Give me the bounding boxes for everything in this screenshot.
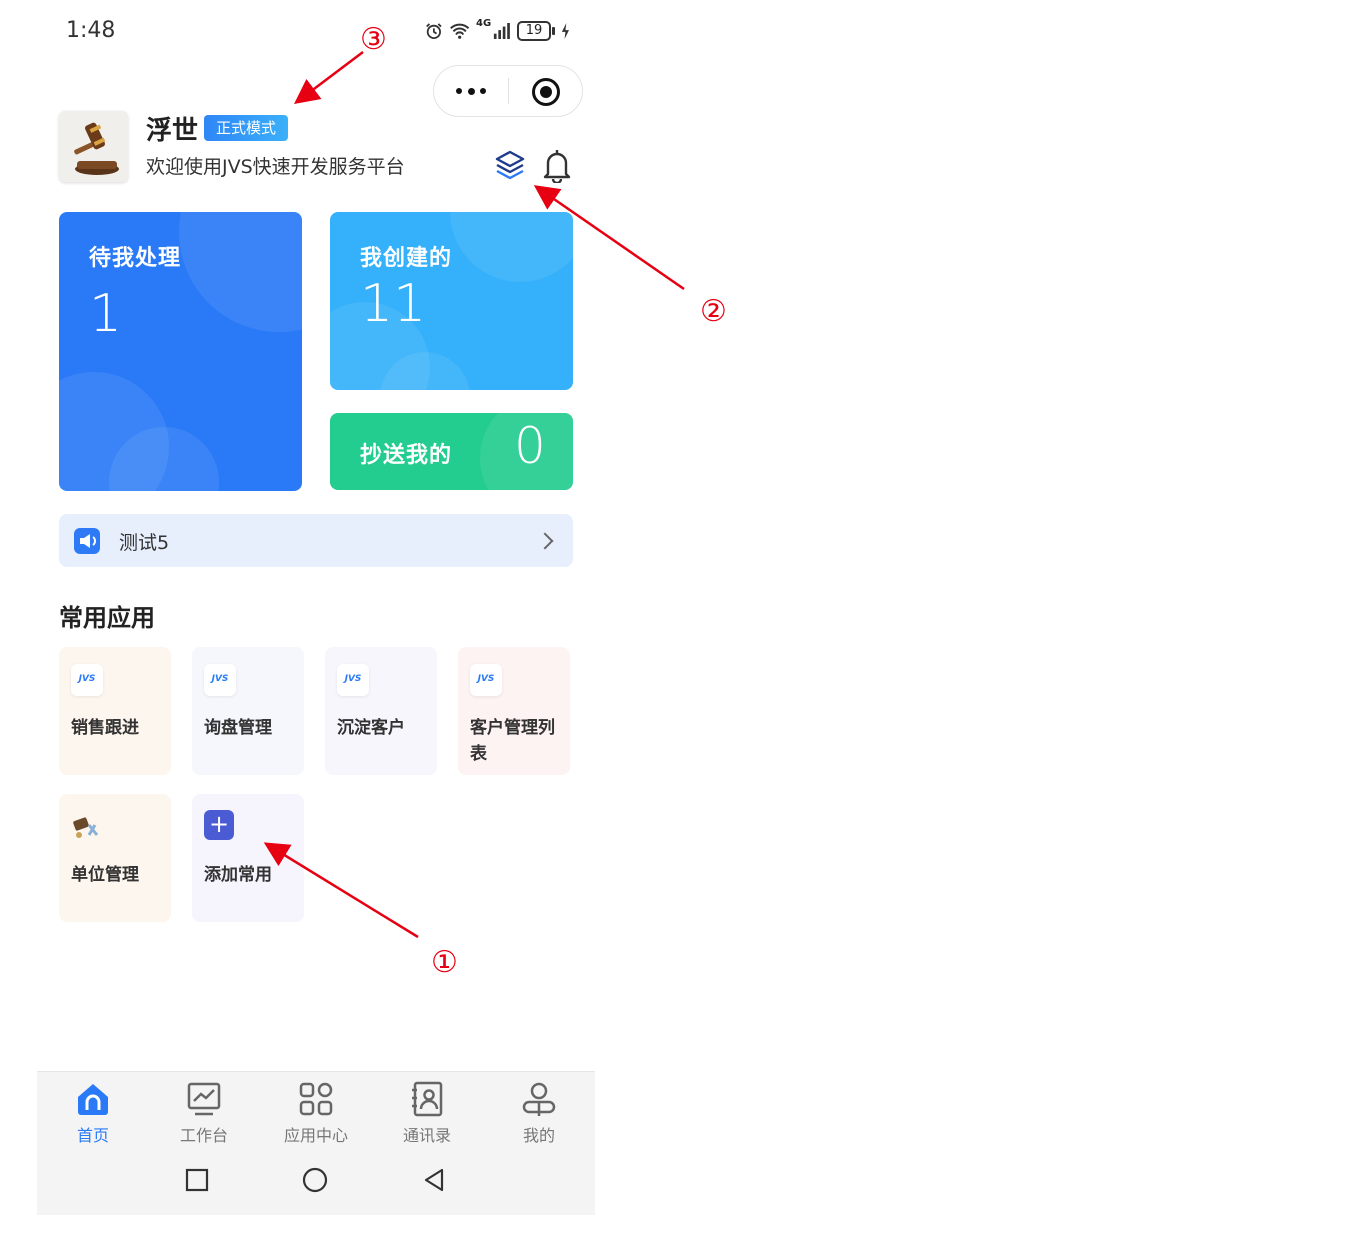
annotation-overlay <box>263 51 685 939</box>
annotation-arrow-3 <box>294 51 364 105</box>
annotation-arrow-1 <box>263 842 419 939</box>
annotation-label-1: ① <box>431 945 458 980</box>
annotation-label-3: ③ <box>360 22 387 57</box>
annotation-arrow-2 <box>533 185 685 291</box>
annotation-label-2: ② <box>700 294 727 329</box>
